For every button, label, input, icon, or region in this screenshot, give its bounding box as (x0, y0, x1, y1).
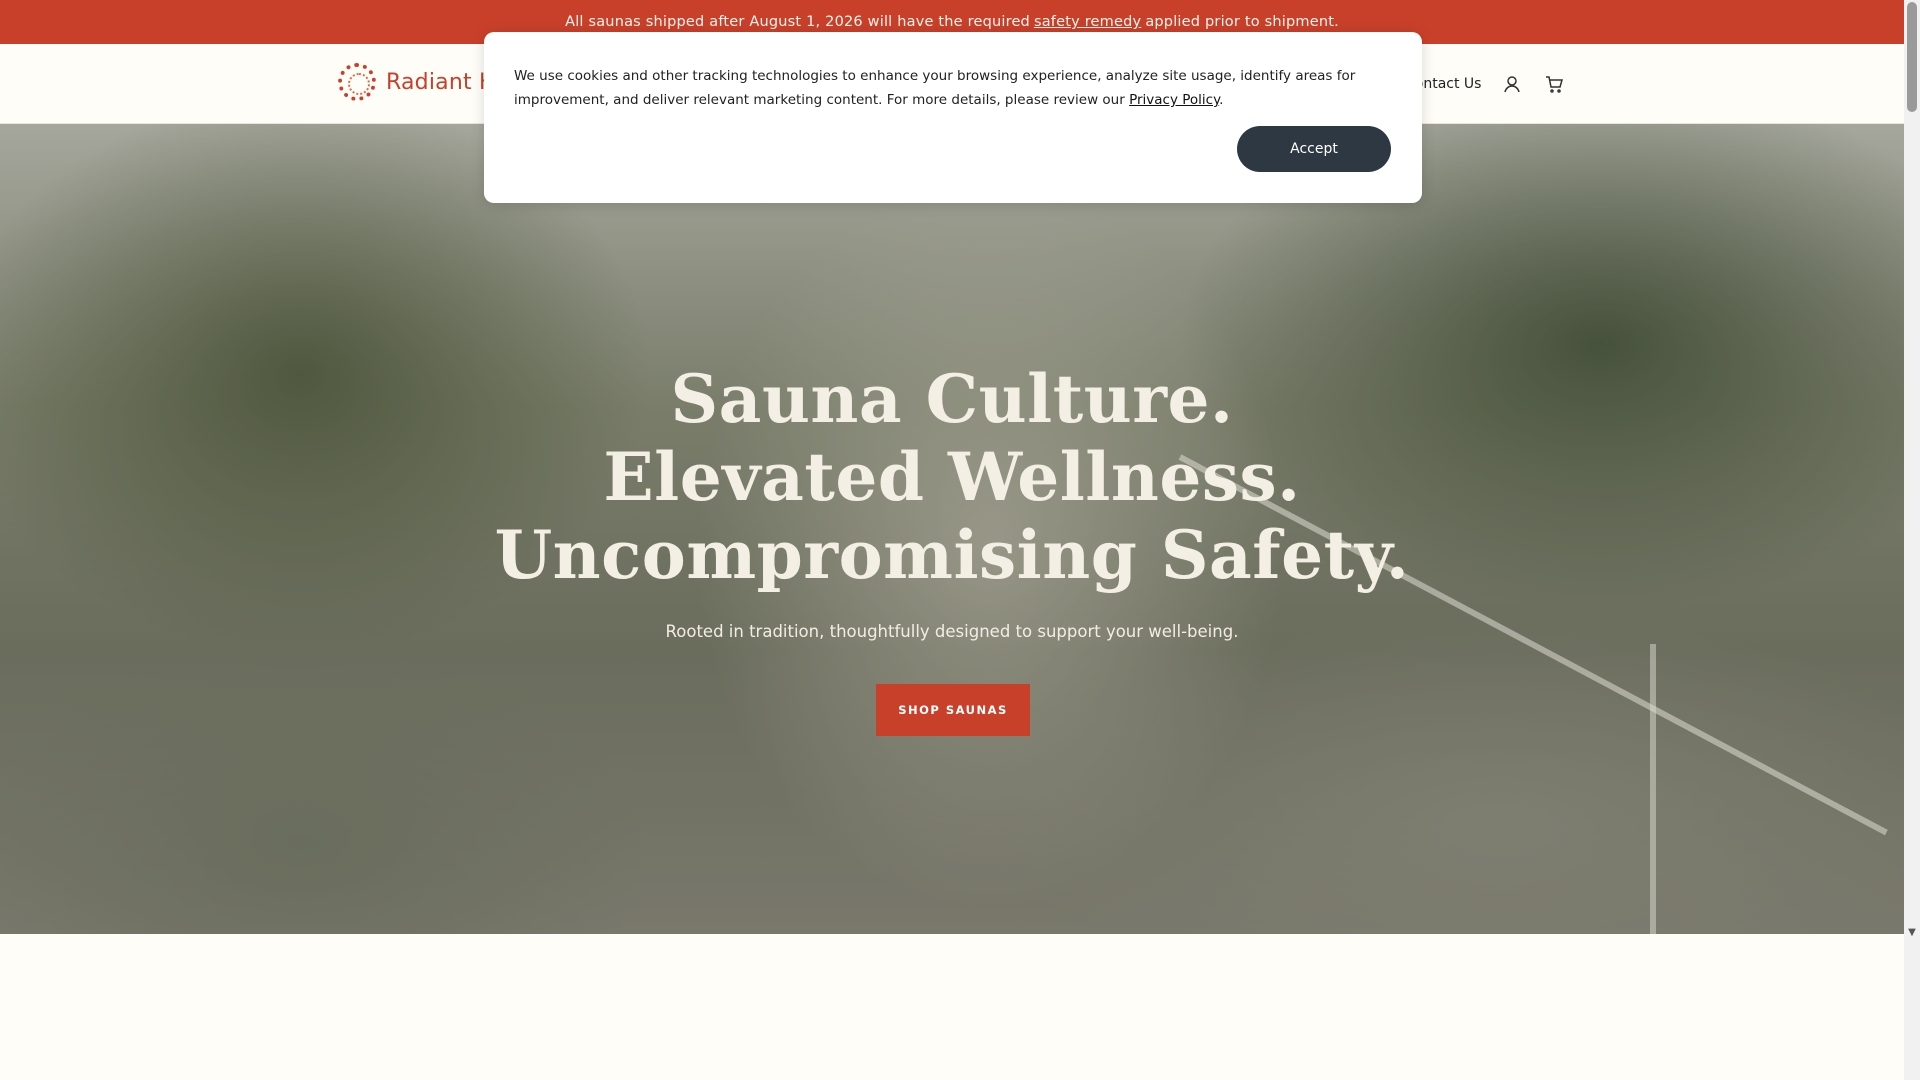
header-actions: Contact Us (1405, 73, 1565, 95)
hero-title-line: Uncompromising Safety. (494, 516, 1410, 594)
announcement-text-end: applied prior to shipment. (1145, 14, 1339, 30)
cookie-text: We use cookies and other tracking techno… (514, 64, 1394, 112)
hero-title-line: Elevated Wellness. (603, 438, 1301, 516)
hero-title: Sauna Culture. Elevated Wellness. Uncomp… (0, 360, 1904, 594)
cookie-message: We use cookies and other tracking techno… (514, 68, 1356, 108)
logo-sun-icon (338, 63, 376, 101)
accept-cookies-button[interactable]: Accept (1237, 126, 1391, 172)
privacy-policy-link[interactable]: Privacy Policy (1129, 92, 1219, 108)
safety-remedy-link[interactable]: safety remedy (1034, 14, 1141, 30)
scroll-down-arrow-icon[interactable]: ▼ (1906, 928, 1918, 938)
cookie-trailing: . (1219, 92, 1224, 108)
hero-title-line: Sauna Culture. (670, 360, 1234, 438)
cart-icon[interactable] (1543, 73, 1565, 95)
hero-content: Sauna Culture. Elevated Wellness. Uncomp… (0, 124, 1904, 934)
cookie-consent-dialog: We use cookies and other tracking techno… (484, 32, 1422, 203)
hero-subtitle: Rooted in tradition, thoughtfully design… (665, 622, 1239, 641)
below-fold-section (0, 934, 1904, 1080)
scrollbar[interactable] (1904, 0, 1920, 1080)
user-icon[interactable] (1501, 73, 1523, 95)
announcement-text: All saunas shipped after August 1, 2026 … (565, 14, 1030, 30)
scrollbar-thumb[interactable] (1907, 2, 1917, 112)
shop-saunas-button[interactable]: SHOP SAUNAS (876, 684, 1030, 736)
hero-section: Sauna Culture. Elevated Wellness. Uncomp… (0, 124, 1904, 934)
